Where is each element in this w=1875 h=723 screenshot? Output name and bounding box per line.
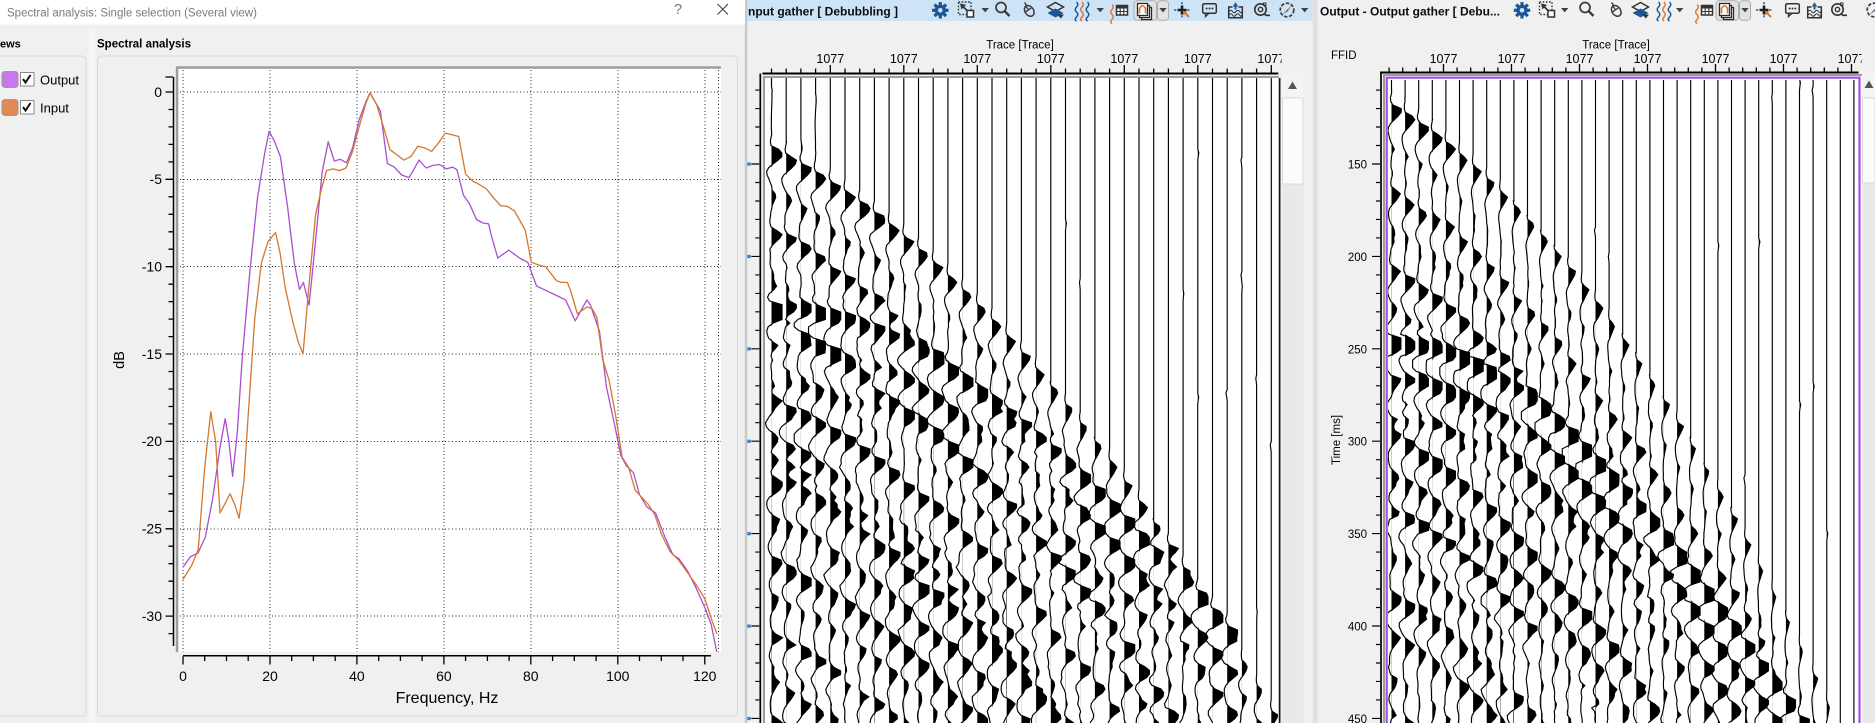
svg-text:350: 350 — [1348, 529, 1367, 541]
svg-text:-15: -15 — [142, 346, 162, 362]
svg-text:0: 0 — [179, 668, 187, 684]
svg-text:Frequency, Hz: Frequency, Hz — [396, 690, 499, 707]
svg-text:?: ? — [674, 2, 682, 18]
svg-text:-10: -10 — [142, 259, 162, 275]
svg-text:1077: 1077 — [1037, 52, 1065, 66]
svg-text:200: 200 — [1348, 252, 1367, 264]
svg-text:Output: Output — [40, 73, 79, 88]
svg-text:1077: 1077 — [1184, 52, 1212, 66]
svg-text:1077: 1077 — [1257, 52, 1285, 66]
svg-text:120: 120 — [693, 668, 717, 684]
svg-text:FFID: FFID — [1331, 50, 1357, 62]
svg-text:-30: -30 — [142, 608, 162, 624]
svg-text:Input: Input — [40, 101, 69, 116]
svg-text:Spectral analysis: Single sele: Spectral analysis: Single selection (Sev… — [7, 8, 257, 20]
svg-text:1077: 1077 — [1498, 52, 1526, 66]
svg-text:300: 300 — [1348, 437, 1367, 449]
svg-text:1077: 1077 — [1430, 52, 1458, 66]
svg-text:1077: 1077 — [1838, 52, 1866, 66]
svg-text:1077: 1077 — [963, 52, 991, 66]
svg-text:1077: 1077 — [1566, 52, 1594, 66]
svg-text:20: 20 — [262, 668, 278, 684]
svg-text:450: 450 — [1348, 714, 1367, 723]
svg-text:nput gather [ Debubbling ]: nput gather [ Debubbling ] — [748, 5, 898, 19]
svg-text:dB: dB — [112, 351, 128, 369]
svg-text:Time [ms]: Time [ms] — [1331, 415, 1343, 465]
svg-text:80: 80 — [523, 668, 539, 684]
svg-text:Spectral analysis: Spectral analysis — [97, 39, 191, 51]
svg-text:100: 100 — [606, 668, 630, 684]
svg-text:Trace [Trace]: Trace [Trace] — [1582, 40, 1650, 52]
svg-text:1077: 1077 — [1702, 52, 1730, 66]
svg-text:40: 40 — [349, 668, 365, 684]
svg-text:1077: 1077 — [1634, 52, 1662, 66]
svg-text:-25: -25 — [142, 521, 162, 537]
svg-text:-5: -5 — [150, 171, 163, 187]
svg-text:1077: 1077 — [890, 52, 918, 66]
svg-text:Trace [Trace]: Trace [Trace] — [986, 40, 1054, 52]
svg-text:1077: 1077 — [816, 52, 844, 66]
svg-text:150: 150 — [1348, 160, 1367, 172]
svg-text:0: 0 — [154, 84, 162, 100]
svg-text:-20: -20 — [142, 433, 162, 449]
svg-text:1077: 1077 — [1110, 52, 1138, 66]
svg-text:ews: ews — [0, 39, 21, 51]
svg-text:400: 400 — [1348, 622, 1367, 634]
svg-text:250: 250 — [1348, 344, 1367, 356]
svg-text:1077: 1077 — [1770, 52, 1798, 66]
svg-text:Output - Output gather [ Debu.: Output - Output gather [ Debu... — [1320, 5, 1500, 19]
svg-text:60: 60 — [436, 668, 452, 684]
